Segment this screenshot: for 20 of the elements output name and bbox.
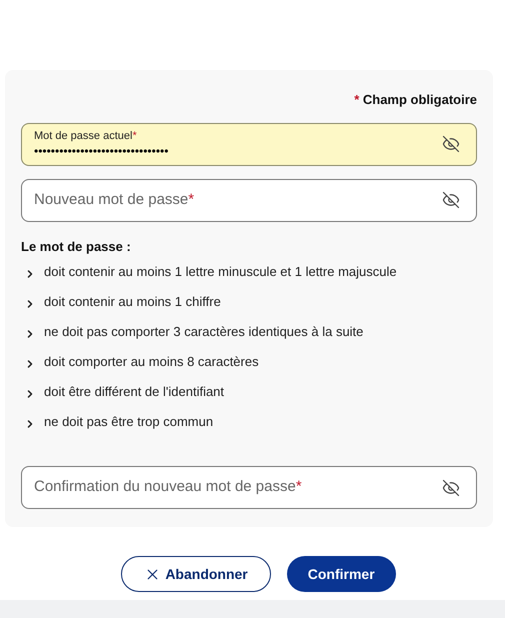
password-field[interactable]: Mot de passe actuel* •••••••••••••••••••••••••••••••• <box>21 122 477 166</box>
rule-text: ne doit pas être trop commun <box>44 413 214 431</box>
rules-title: Le mot de passe : <box>21 238 132 256</box>
password-field[interactable]: Confirmation du nouveau mot de passe* <box>21 466 477 509</box>
password-field[interactable]: Nouveau mot de passe* <box>21 178 477 222</box>
rule-text: doit comporter au moins 8 caractères <box>44 353 259 371</box>
field-placeholder: Nouveau mot de passe* <box>34 190 196 210</box>
rule-text: ne doit pas comporter 3 caractères identiques à la suite <box>44 323 364 341</box>
eye-slash-icon <box>442 191 460 209</box>
eye-slash-icon <box>442 135 460 153</box>
field-placeholder: Confirmation du nouveau mot de passe* <box>34 477 303 498</box>
eye-slash-icon <box>442 478 460 496</box>
rule-text: doit contenir au moins 1 chiffre <box>44 293 221 311</box>
rule-text: doit être différent de l'identifiant <box>44 383 224 401</box>
rule-text: doit contenir au moins 1 lettre minuscule et 1 lettre majuscule <box>44 263 397 281</box>
field-label: Mot de passe actuel* <box>34 129 138 143</box>
required-note: * Champ obligatoire <box>354 91 477 109</box>
cancel-button[interactable]: Abandonner <box>121 556 271 592</box>
password-value: •••••••••••••••••••••••••••••••• <box>34 143 170 159</box>
confirm-button[interactable]: Confirmer <box>286 556 396 592</box>
